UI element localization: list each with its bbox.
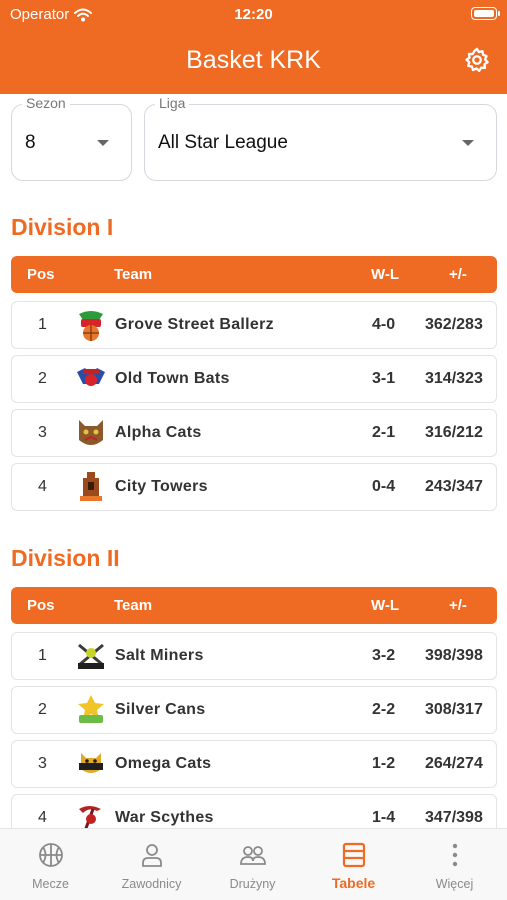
row-pm: 264/274 (425, 755, 483, 772)
app-header: Basket KRK (0, 28, 507, 94)
header-pm: +/- (449, 266, 467, 283)
row-wl: 2-2 (372, 701, 396, 718)
row-pm: 347/398 (425, 809, 483, 826)
tab-label: Zawodnicy (121, 877, 182, 891)
more-vertical-icon (452, 843, 457, 867)
row-team: Alpha Cats (115, 424, 202, 441)
table-header: Pos Team W-L +/- (11, 587, 497, 624)
team-logo-icon (75, 308, 107, 342)
row-pm: 314/323 (425, 370, 483, 387)
row-pos: 2 (38, 370, 47, 387)
row-team: War Scythes (115, 809, 214, 826)
row-pos: 1 (38, 316, 47, 333)
division-title: Division I (11, 214, 114, 240)
tab-label: Więcej (435, 877, 474, 891)
team-logo-icon (75, 693, 107, 727)
basketball-icon (38, 843, 63, 867)
row-team: Silver Cans (115, 701, 206, 718)
table-row[interactable]: 4 City Towers 0-4 243/347 (11, 463, 497, 511)
row-pos: 3 (38, 755, 47, 772)
row-team: Omega Cats (115, 755, 212, 772)
header-pos: Pos (27, 266, 55, 283)
header-wl: W-L (371, 266, 400, 283)
tab-wiecej[interactable]: Więcej (404, 829, 505, 900)
status-time: 12:20 (234, 6, 273, 23)
row-pos: 4 (38, 809, 47, 826)
status-bar: Operator 12:20 (0, 0, 507, 28)
row-wl: 3-1 (372, 370, 396, 387)
row-pm: 308/317 (425, 701, 483, 718)
league-label: Liga (155, 95, 190, 111)
row-pos: 2 (38, 701, 47, 718)
league-select[interactable]: Liga All Star League (144, 95, 497, 181)
row-pm: 398/398 (425, 647, 483, 664)
season-label: Sezon (22, 95, 70, 111)
table-row[interactable]: 1 Salt Miners 3-2 398/398 (11, 632, 497, 680)
row-pos: 3 (38, 424, 47, 441)
row-wl: 2-1 (372, 424, 396, 441)
header-team: Team (114, 266, 153, 283)
tab-label: Drużyny (229, 877, 276, 891)
tab-tabele[interactable]: Tabele (303, 829, 404, 900)
row-wl: 1-4 (372, 809, 396, 826)
table-row[interactable]: 1 Grove Street Ballerz 4-0 362/283 (11, 301, 497, 349)
league-value: All Star League (158, 132, 288, 153)
team-logo-icon (75, 470, 107, 504)
table-icon (342, 842, 365, 868)
row-wl: 3-2 (372, 647, 396, 664)
team-logo-icon (75, 747, 107, 781)
tab-label: Mecze (32, 877, 69, 891)
row-wl: 0-4 (372, 478, 396, 495)
season-select[interactable]: Sezon 8 (11, 95, 132, 181)
division-title: Division II (11, 545, 120, 571)
table-row[interactable]: 3 Omega Cats 1-2 264/274 (11, 740, 497, 788)
page-title: Basket KRK (186, 46, 321, 74)
team-logo-icon (75, 639, 107, 673)
gear-icon[interactable] (463, 46, 491, 74)
row-pos: 4 (38, 478, 47, 495)
row-team: Salt Miners (115, 647, 204, 664)
season-value: 8 (25, 132, 36, 153)
row-wl: 4-0 (372, 316, 396, 333)
header-pos: Pos (27, 597, 55, 614)
battery-icon (471, 7, 500, 20)
people-icon (239, 846, 266, 865)
chevron-down-icon (97, 140, 109, 146)
team-logo-icon (75, 362, 107, 396)
header-pm: +/- (449, 597, 467, 614)
header-wl: W-L (371, 597, 400, 614)
row-pm: 316/212 (425, 424, 483, 441)
table-row[interactable]: 2 Old Town Bats 3-1 314/323 (11, 355, 497, 403)
header-team: Team (114, 597, 153, 614)
chevron-down-icon (462, 140, 474, 146)
row-wl: 1-2 (372, 755, 396, 772)
tab-zawodnicy[interactable]: Zawodnicy (101, 829, 202, 900)
row-pm: 362/283 (425, 316, 483, 333)
tab-label: Tabele (331, 875, 376, 891)
row-team: Old Town Bats (115, 370, 230, 387)
table-header: Pos Team W-L +/- (11, 256, 497, 293)
team-logo-icon (75, 416, 107, 450)
tab-bar: Mecze Zawodnicy Drużyny Tabele Więcej (0, 828, 507, 900)
row-team: Grove Street Ballerz (115, 316, 274, 333)
tab-druzyny[interactable]: Drużyny (202, 829, 303, 900)
person-icon (141, 844, 162, 867)
row-pos: 1 (38, 647, 47, 664)
table-row[interactable]: 2 Silver Cans 2-2 308/317 (11, 686, 497, 734)
row-pm: 243/347 (425, 478, 483, 495)
tab-mecze[interactable]: Mecze (0, 829, 101, 900)
row-team: City Towers (115, 478, 208, 495)
table-row[interactable]: 3 Alpha Cats 2-1 316/212 (11, 409, 497, 457)
